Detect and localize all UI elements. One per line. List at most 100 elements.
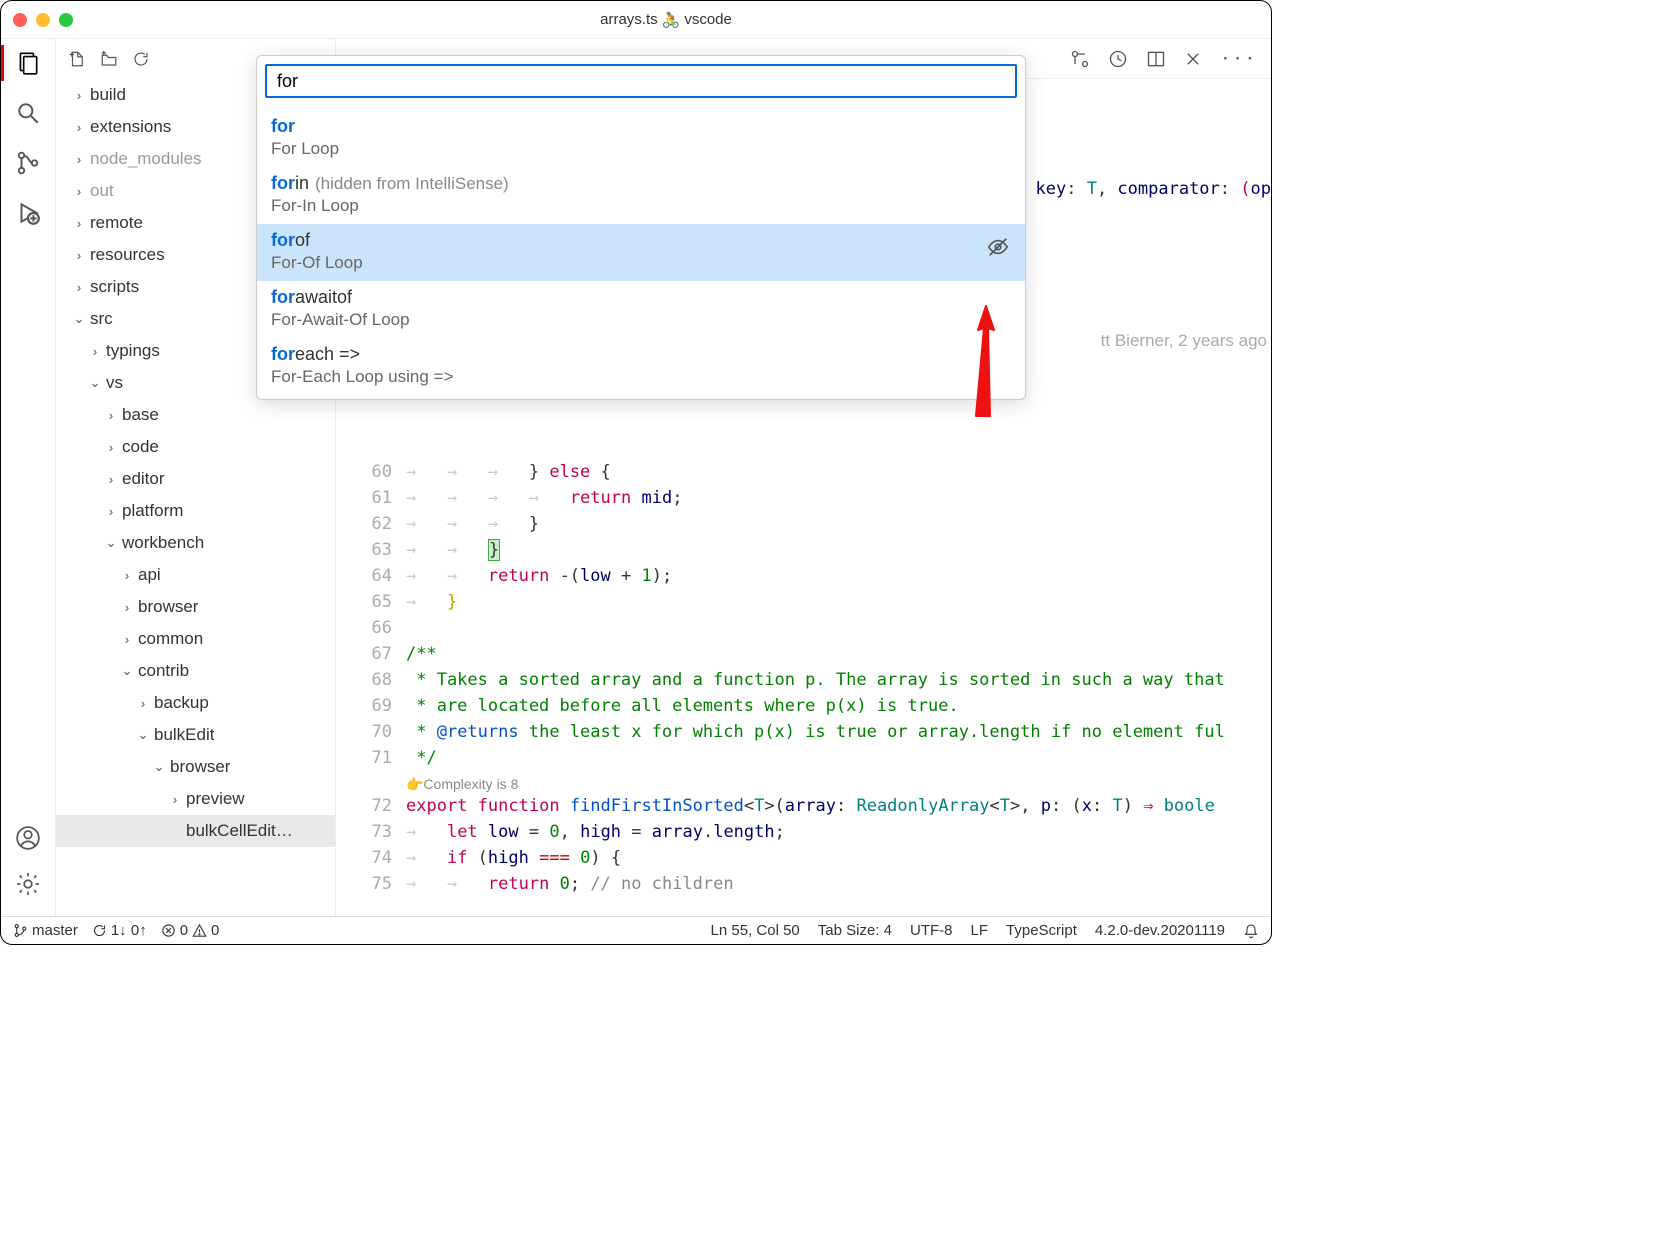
status-sync[interactable]: 1↓ 0↑ (92, 922, 147, 939)
tree-item[interactable]: bulkCellEdit… (56, 815, 335, 847)
split-editor-icon[interactable] (1146, 49, 1166, 69)
maximize-window-button[interactable] (59, 13, 73, 27)
snippet-picker: forFor Loopforin(hidden from IntelliSens… (256, 55, 1026, 400)
snippet-item-desc: For Loop (271, 139, 1011, 159)
more-icon[interactable]: ··· (1220, 49, 1257, 69)
tree-item[interactable]: ⌄workbench (56, 527, 335, 559)
tree-item-label: bulkEdit (154, 725, 214, 745)
search-icon[interactable] (14, 99, 42, 127)
traffic-lights (13, 13, 73, 27)
code-line[interactable]: 61→ → → → return mid; (336, 485, 1271, 511)
snippet-item[interactable]: forin(hidden from IntelliSense)For-In Lo… (257, 167, 1025, 224)
status-language[interactable]: TypeScript (1006, 922, 1077, 939)
tree-item-label: remote (90, 213, 143, 233)
line-number: 67 (336, 644, 406, 664)
chevron-right-icon: › (88, 344, 102, 359)
history-icon[interactable] (1108, 49, 1128, 69)
refresh-icon[interactable] (132, 50, 150, 68)
chevron-down-icon: ⌄ (72, 311, 86, 327)
eye-off-icon[interactable] (987, 236, 1009, 258)
chevron-down-icon: ⌄ (152, 759, 166, 775)
tree-item-label: api (138, 565, 161, 585)
status-eol[interactable]: LF (971, 922, 989, 939)
snippet-item[interactable]: forawaitofFor-Await-Of Loop (257, 281, 1025, 338)
chevron-right-icon: › (120, 568, 134, 583)
code-line[interactable]: 69 * are located before all elements whe… (336, 693, 1271, 719)
compare-icon[interactable] (1070, 49, 1090, 69)
code-line[interactable]: 70 * @returns the least x for which p(x)… (336, 719, 1271, 745)
code-line[interactable]: 72export function findFirstInSorted<T>(a… (336, 793, 1271, 819)
code-line[interactable]: 73→ let low = 0, high = array.length; (336, 819, 1271, 845)
tree-item[interactable]: ›code (56, 431, 335, 463)
line-number: 70 (336, 722, 406, 742)
code-line[interactable]: 71 */ (336, 745, 1271, 771)
tree-item-label: typings (106, 341, 160, 361)
chevron-down-icon: ⌄ (120, 663, 134, 679)
status-branch[interactable]: master (13, 922, 78, 939)
minimize-window-button[interactable] (36, 13, 50, 27)
close-window-button[interactable] (13, 13, 27, 27)
tree-item-label: code (122, 437, 159, 457)
line-number: 63 (336, 540, 406, 560)
chevron-right-icon: › (104, 472, 118, 487)
tree-item[interactable]: ›backup (56, 687, 335, 719)
snippet-item[interactable]: forofFor-Of Loop (257, 224, 1025, 281)
tree-item[interactable]: › api (56, 559, 335, 591)
snippet-item-desc: For-Await-Of Loop (271, 310, 1011, 330)
account-icon[interactable] (14, 824, 42, 852)
chevron-right-icon: › (136, 696, 150, 711)
snippet-list[interactable]: forFor Loopforin(hidden from IntelliSens… (257, 106, 1025, 399)
status-cursor[interactable]: Ln 55, Col 50 (711, 922, 800, 939)
code-line[interactable]: 63→ → } (336, 537, 1271, 563)
code-line[interactable]: 75→ → return 0; // no children (336, 871, 1271, 897)
code-line[interactable]: 64→ → return -(low + 1); (336, 563, 1271, 589)
tree-item-label: workbench (122, 533, 204, 553)
tree-item-label: extensions (90, 117, 171, 137)
tree-item-label: bulkCellEdit… (186, 821, 293, 841)
code-line[interactable]: 60→ → → } else { (336, 459, 1271, 485)
new-file-icon[interactable] (68, 50, 86, 68)
snippet-item-label: foreach => (271, 344, 1011, 365)
tree-item[interactable]: ›preview (56, 783, 335, 815)
status-problems[interactable]: 0 0 (161, 922, 220, 939)
snippet-item[interactable]: foreach =>For-Each Loop using => (257, 338, 1025, 395)
tree-item[interactable]: ⌄bulkEdit (56, 719, 335, 751)
snippet-item[interactable]: forFor Loop (257, 110, 1025, 167)
code-line[interactable]: 67/** (336, 641, 1271, 667)
code-line[interactable]: 74→ if (high === 0) { (336, 845, 1271, 871)
code-line[interactable]: 66 (336, 615, 1271, 641)
tree-item-label: src (90, 309, 113, 329)
chevron-right-icon: › (120, 632, 134, 647)
debug-icon[interactable] (14, 199, 42, 227)
tree-item[interactable]: ›platform (56, 495, 335, 527)
tree-item[interactable]: ⌄browser (56, 751, 335, 783)
settings-gear-icon[interactable] (14, 870, 42, 898)
tree-item[interactable]: ›editor (56, 463, 335, 495)
tree-item-label: base (122, 405, 159, 425)
explorer-icon[interactable] (14, 49, 42, 77)
tree-item-label: browser (138, 597, 198, 617)
close-icon[interactable] (1184, 50, 1202, 68)
notifications-icon[interactable] (1243, 923, 1259, 939)
code-line[interactable]: 68 * Takes a sorted array and a function… (336, 667, 1271, 693)
tree-item[interactable]: ›browser (56, 591, 335, 623)
tree-item-label: preview (186, 789, 245, 809)
tree-item[interactable]: ›base (56, 399, 335, 431)
tree-item-label: scripts (90, 277, 139, 297)
snippet-item-label: for (271, 116, 1011, 137)
status-tsversion[interactable]: 4.2.0-dev.20201119 (1095, 922, 1225, 939)
status-tabsize[interactable]: Tab Size: 4 (818, 922, 892, 939)
chevron-right-icon: › (72, 184, 86, 199)
code-line[interactable]: 65→ } (336, 589, 1271, 615)
chevron-right-icon: › (72, 216, 86, 231)
tree-item[interactable]: ⌄contrib (56, 655, 335, 687)
tree-item[interactable]: ›common (56, 623, 335, 655)
snippet-search-input[interactable] (265, 64, 1017, 98)
scm-icon[interactable] (14, 149, 42, 177)
chevron-right-icon: › (72, 120, 86, 135)
code-line[interactable]: 62→ → → } (336, 511, 1271, 537)
git-blame: tt Bierner, 2 years ago (1101, 331, 1267, 351)
status-encoding[interactable]: UTF-8 (910, 922, 953, 939)
snippet-item-desc: For-In Loop (271, 196, 1011, 216)
new-folder-icon[interactable] (100, 50, 118, 68)
